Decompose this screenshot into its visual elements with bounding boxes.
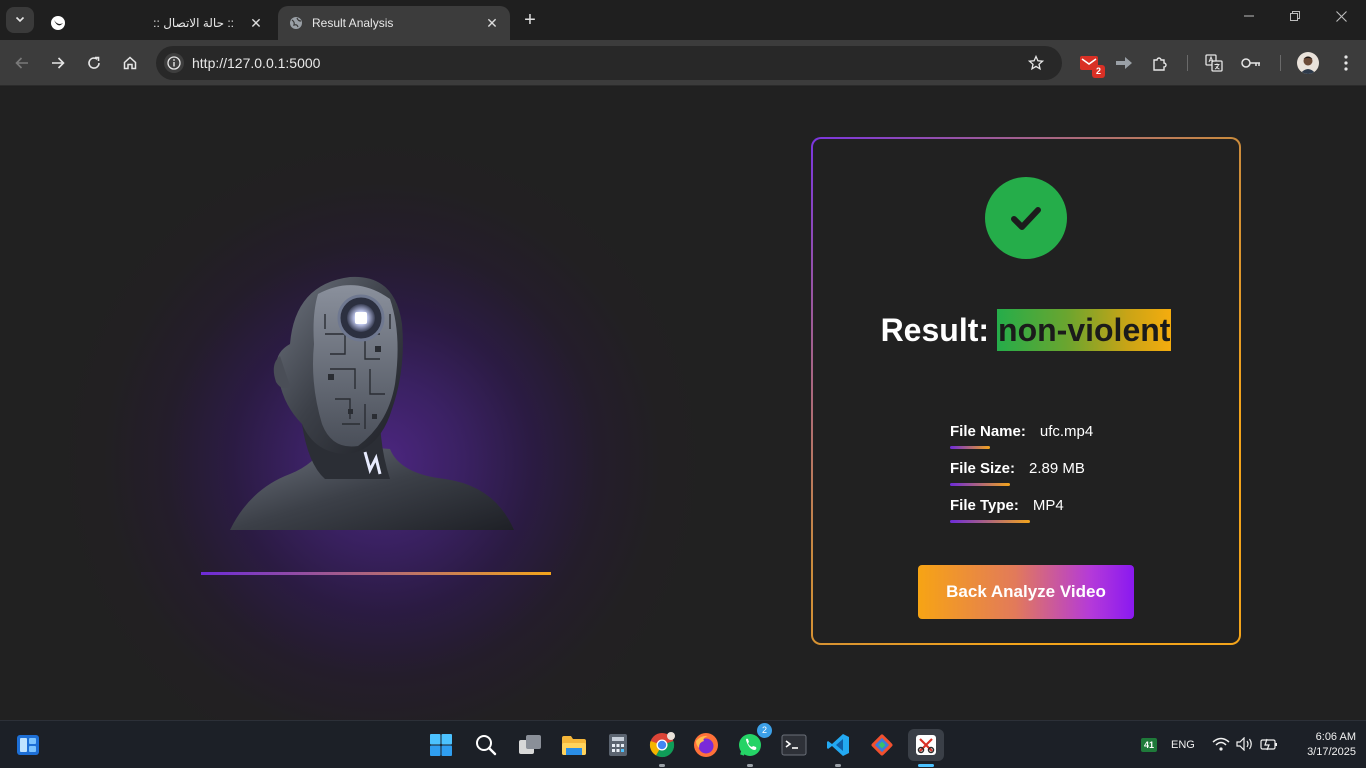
site-info-icon[interactable] [164, 53, 184, 73]
browser-toolbar: http://127.0.0.1:5000 2 [0, 40, 1366, 86]
arrow-left-icon [15, 57, 28, 69]
widgets-icon[interactable] [12, 729, 44, 761]
close-icon[interactable]: ✕ [248, 15, 264, 31]
address-bar[interactable]: http://127.0.0.1:5000 [156, 46, 1062, 80]
system-clock[interactable]: 6:06 AM 3/17/2025 [1290, 730, 1356, 760]
result-value: non-violent [997, 309, 1172, 351]
file-name-value: ufc.mp4 [1039, 423, 1094, 440]
battery-icon[interactable] [1260, 737, 1278, 756]
toolbar-separator [1187, 55, 1188, 71]
close-icon[interactable]: ✕ [484, 15, 500, 31]
tab-title: Result Analysis [312, 16, 394, 30]
url-text[interactable]: http://127.0.0.1:5000 [192, 55, 1024, 71]
result-card: Result: non-violent File Name: ufc.mp4 Fi… [811, 137, 1241, 645]
forward-button[interactable] [46, 51, 70, 75]
reload-icon [88, 56, 100, 69]
back-analyze-video-button[interactable]: Back Analyze Video [918, 565, 1134, 619]
gmail-extension-icon[interactable]: 2 [1078, 52, 1105, 78]
file-size-value: 2.89 MB [1029, 460, 1085, 477]
task-view-icon[interactable] [514, 729, 546, 761]
puzzle-extensions-icon[interactable] [1149, 52, 1171, 74]
ai-head-illustration [230, 276, 514, 530]
file-explorer-icon[interactable] [558, 729, 590, 761]
file-type-row: File Type: MP4 [950, 497, 1064, 523]
notification-badge: 2 [1092, 65, 1105, 78]
arrow-right-icon [52, 57, 65, 69]
back-button[interactable] [10, 51, 34, 75]
password-key-icon[interactable] [1240, 52, 1262, 74]
tab-result-analysis[interactable]: Result Analysis ✕ [278, 6, 510, 40]
result-label: Result: [880, 312, 990, 348]
chevron-down-icon [15, 13, 25, 27]
file-type-value: MP4 [1032, 497, 1064, 514]
snipping-tool-icon[interactable] [908, 729, 944, 767]
tray-app-badge[interactable]: 41 [1141, 738, 1157, 752]
crescent-logo-icon [50, 15, 66, 31]
home-icon [123, 56, 137, 70]
chrome-icon[interactable] [646, 729, 678, 767]
result-card-body: Result: non-violent File Name: ufc.mp4 Fi… [813, 139, 1239, 643]
file-name-row: File Name: ufc.mp4 [950, 423, 1094, 449]
clock-time: 6:06 AM [1315, 731, 1356, 743]
volume-icon[interactable] [1236, 736, 1254, 756]
close-window-button[interactable] [1318, 4, 1364, 28]
new-tab-button[interactable]: + [518, 10, 542, 32]
success-check-icon [985, 177, 1067, 259]
result-heading: Result: non-violent [813, 309, 1239, 351]
tab-strip: :: حالة الاتصال :: ✕ Result Analysis ✕ + [0, 0, 1366, 40]
page-content: Result: non-violent File Name: ufc.mp4 Fi… [0, 87, 1366, 720]
globe-icon [288, 15, 304, 31]
terminal-icon[interactable] [778, 729, 810, 761]
clock-date: 3/17/2025 [1307, 746, 1356, 758]
calculator-icon[interactable] [602, 729, 634, 761]
tab-search-button[interactable] [6, 7, 34, 33]
tab-title: :: حالة الاتصال :: [153, 16, 234, 30]
running-indicator [747, 764, 753, 767]
running-indicator [659, 764, 665, 767]
hero-divider [201, 572, 551, 575]
forward-arrow-extension-icon[interactable] [1113, 52, 1135, 74]
restore-button[interactable] [1272, 4, 1318, 28]
git-icon[interactable] [866, 729, 898, 761]
translate-icon[interactable] [1203, 52, 1225, 74]
running-indicator [835, 764, 841, 767]
bookmark-star-icon[interactable] [1024, 51, 1048, 75]
taskbar: 2 41 ENG [0, 720, 1366, 768]
minimize-button[interactable] [1226, 4, 1272, 28]
whatsapp-icon[interactable]: 2 [734, 723, 772, 767]
firefox-icon[interactable] [690, 729, 722, 761]
file-type-label: File Type: [950, 497, 1030, 523]
vscode-icon[interactable] [822, 729, 854, 767]
toolbar-separator [1280, 55, 1281, 71]
running-indicator [918, 764, 934, 767]
notification-badge: 2 [757, 723, 772, 738]
profile-avatar[interactable] [1297, 52, 1319, 74]
tab-connection-status[interactable]: :: حالة الاتصال :: ✕ [40, 6, 274, 40]
more-menu-icon[interactable] [1335, 52, 1357, 74]
file-size-label: File Size: [950, 460, 1016, 486]
file-size-row: File Size: 2.89 MB [950, 460, 1085, 486]
file-name-label: File Name: [950, 423, 1026, 449]
wifi-icon[interactable] [1212, 737, 1230, 756]
language-indicator[interactable]: ENG [1171, 739, 1195, 751]
start-icon[interactable] [425, 729, 457, 761]
search-icon[interactable] [470, 729, 502, 761]
reload-button[interactable] [82, 51, 106, 75]
home-button[interactable] [118, 51, 142, 75]
